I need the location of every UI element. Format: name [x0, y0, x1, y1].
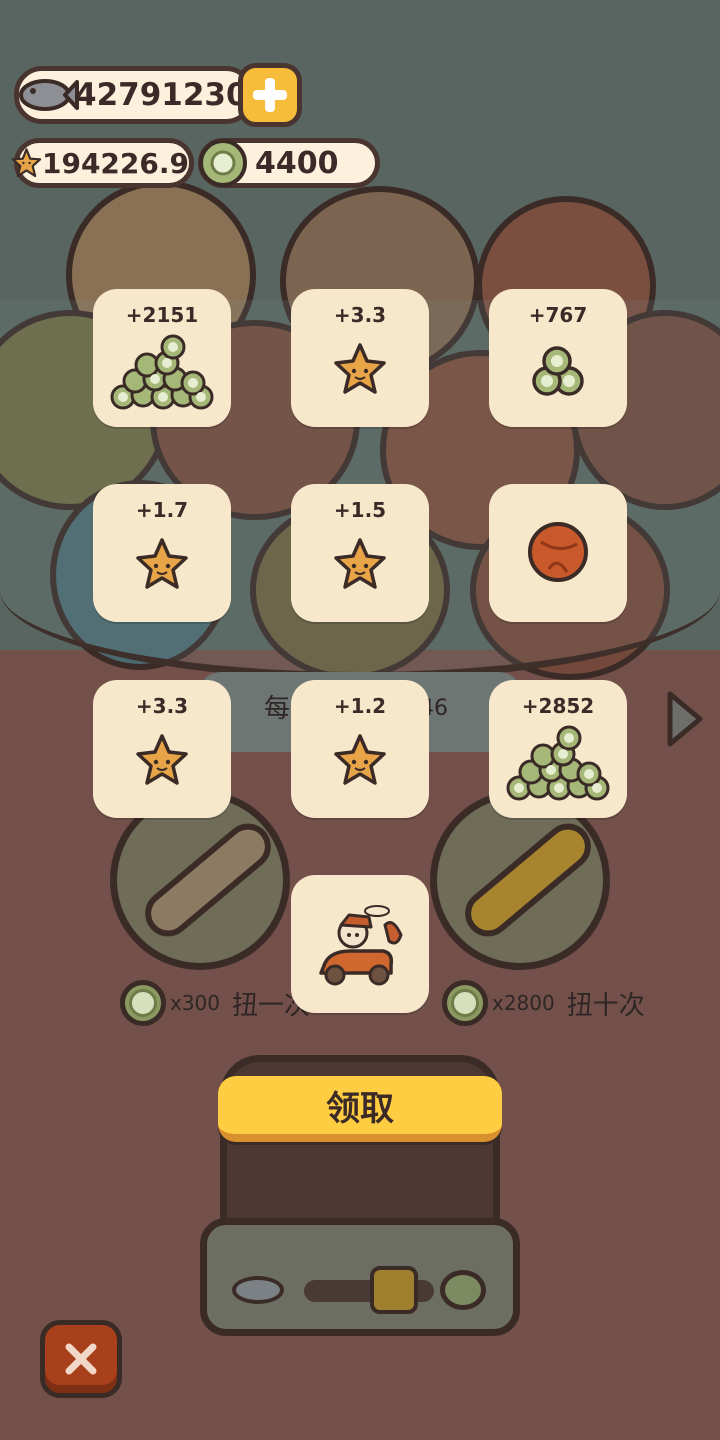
claim-button-label: 领取 — [326, 1088, 394, 1129]
star-icon — [11, 148, 42, 178]
reward-value: +1.2 — [333, 694, 387, 718]
fish-icon — [19, 79, 79, 111]
spin-once-price: x300 — [170, 991, 221, 1015]
reward-card: +3.3 — [93, 680, 231, 818]
reward-value: +1.7 — [135, 498, 189, 522]
next-arrow-icon[interactable] — [664, 690, 704, 748]
claim-button[interactable]: 领取 — [218, 1076, 502, 1142]
star-icon — [136, 734, 188, 785]
coin-pile-large-icon — [506, 725, 610, 801]
spin-ten-price: x2800 — [492, 991, 555, 1015]
coin-amount: 4400 — [255, 145, 339, 181]
reward-value: +767 — [528, 303, 588, 327]
machine-sign-text: 每 — [264, 694, 291, 724]
coin-currency-bar: 4400 — [198, 138, 380, 188]
coin-stack-icon — [532, 346, 584, 396]
close-icon — [65, 1343, 97, 1375]
coin-icon — [120, 980, 166, 1026]
spin-once-cost[interactable]: x300 扭一次 — [120, 980, 310, 1026]
reward-value: +2852 — [521, 694, 595, 718]
star-icon — [334, 734, 386, 785]
star-icon — [334, 343, 386, 394]
star-icon — [334, 538, 386, 589]
brown-capsule-ball-icon — [528, 522, 588, 582]
star-currency-bar: 194226.9 — [11, 138, 194, 188]
coin-icon — [199, 139, 247, 187]
plus-icon — [253, 78, 287, 112]
fish-icon — [232, 1276, 284, 1304]
coin-pile-large-icon — [110, 334, 214, 410]
reward-value: +2151 — [125, 303, 199, 327]
reward-card — [489, 484, 627, 622]
reward-card: +1.7 — [93, 484, 231, 622]
reward-card: +767 — [489, 289, 627, 427]
reward-card: +3.3 — [291, 289, 429, 427]
spin-ten-cost[interactable]: x2800 扭十次 — [442, 980, 645, 1026]
cat-racing-car-icon — [319, 905, 403, 986]
add-fish-button[interactable] — [238, 63, 302, 127]
reward-value: +1.5 — [333, 498, 387, 522]
coin-icon — [440, 1270, 486, 1310]
reward-value: +3.3 — [135, 694, 189, 718]
close-button[interactable] — [40, 1320, 122, 1398]
coin-icon — [442, 980, 488, 1026]
fish-amount: 42791230 — [75, 77, 248, 113]
reward-value: +3.3 — [333, 303, 387, 327]
reward-card: +1.2 — [291, 680, 429, 818]
spin-ten-label: 扭十次 — [566, 990, 645, 1021]
reward-card: +1.5 — [291, 484, 429, 622]
reward-card: +2852 — [489, 680, 627, 818]
reward-card: +2151 — [93, 289, 231, 427]
star-amount: 194226.9 — [41, 146, 189, 180]
fish-currency-bar: 42791230 — [14, 66, 254, 124]
star-icon — [136, 538, 188, 589]
currency-toggle-handle[interactable] — [370, 1266, 418, 1314]
reward-card — [291, 875, 429, 1013]
